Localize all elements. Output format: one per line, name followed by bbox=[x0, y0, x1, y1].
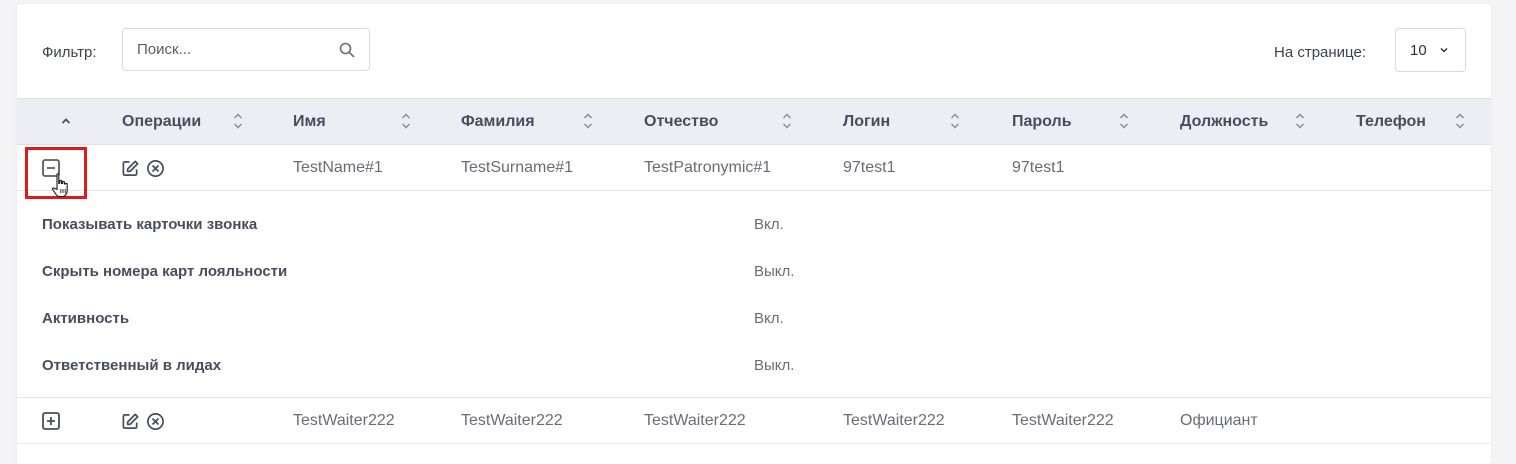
detail-label: Скрыть номера карт лояльности bbox=[42, 263, 288, 280]
column-header-patronymic[interactable]: Отчество bbox=[644, 113, 718, 131]
column-header-password[interactable]: Пароль bbox=[1012, 113, 1072, 131]
search-field[interactable] bbox=[122, 28, 370, 71]
column-header-surname[interactable]: Фамилия bbox=[461, 113, 535, 131]
column-header-operations[interactable]: Операции bbox=[122, 113, 201, 131]
hand-pointer-icon bbox=[52, 173, 68, 198]
sort-icon[interactable] bbox=[1294, 111, 1306, 131]
sort-icon[interactable] bbox=[1454, 111, 1466, 131]
detail-label: Показывать карточки звонка bbox=[42, 216, 258, 233]
table-toolbar: Фильтр: На странице: 10 bbox=[17, 4, 1491, 98]
per-page-value: 10 bbox=[1410, 42, 1427, 59]
search-input[interactable] bbox=[137, 29, 337, 70]
edit-icon[interactable] bbox=[121, 412, 140, 431]
plus-square-icon[interactable] bbox=[42, 412, 60, 430]
cell-password: TestWaiter222 bbox=[1012, 412, 1114, 429]
row-details-panel: Показывать карточки звонка Вкл. Скрыть н… bbox=[17, 191, 1491, 398]
sort-icon[interactable] bbox=[400, 111, 412, 131]
cell-patronymic: TestPatronymic#1 bbox=[644, 159, 772, 176]
filter-label: Фильтр: bbox=[42, 44, 97, 61]
edit-icon[interactable] bbox=[121, 159, 140, 178]
cell-surname: TestSurname#1 bbox=[461, 159, 574, 176]
table-header: Операции Имя Фамилия Отчество Логин Паро… bbox=[17, 98, 1491, 145]
cell-surname: TestWaiter222 bbox=[461, 412, 563, 429]
delete-icon[interactable] bbox=[146, 412, 165, 431]
cell-name: TestWaiter222 bbox=[293, 412, 395, 429]
detail-value: Вкл. bbox=[754, 310, 784, 327]
column-header-phone[interactable]: Телефон bbox=[1356, 113, 1426, 131]
delete-icon[interactable] bbox=[146, 159, 165, 178]
chevron-down-icon bbox=[1440, 47, 1448, 53]
sort-icon[interactable] bbox=[232, 111, 244, 131]
sort-icon[interactable] bbox=[781, 111, 793, 131]
column-header-position[interactable]: Должность bbox=[1180, 113, 1268, 131]
column-header-login[interactable]: Логин bbox=[843, 113, 890, 131]
detail-label: Ответственный в лидах bbox=[42, 357, 222, 374]
cell-password: 97test1 bbox=[1012, 159, 1065, 176]
search-icon[interactable] bbox=[339, 42, 355, 58]
cell-position: Официант bbox=[1180, 412, 1258, 429]
cell-login: TestWaiter222 bbox=[843, 412, 945, 429]
sort-icon[interactable] bbox=[949, 111, 961, 131]
detail-value: Вкл. bbox=[754, 216, 784, 233]
detail-value: Выкл. bbox=[754, 357, 795, 374]
detail-value: Выкл. bbox=[754, 263, 795, 280]
detail-label: Активность bbox=[42, 310, 130, 327]
cell-name: TestName#1 bbox=[293, 159, 383, 176]
collapse-all-chevron-up-icon[interactable] bbox=[59, 114, 73, 128]
users-table-card: Фильтр: На странице: 10 Операции Имя Фам… bbox=[17, 4, 1491, 464]
sort-icon[interactable] bbox=[1118, 111, 1130, 131]
per-page-label: На странице: bbox=[1274, 44, 1366, 61]
table-row: TestWaiter222 TestWaiter222 TestWaiter22… bbox=[17, 398, 1491, 444]
cell-patronymic: TestWaiter222 bbox=[644, 412, 746, 429]
per-page-select[interactable]: 10 bbox=[1395, 28, 1466, 72]
sort-icon[interactable] bbox=[582, 111, 594, 131]
table-row: TestName#1 TestSurname#1 TestPatronymic#… bbox=[17, 145, 1491, 191]
cell-login: 97test1 bbox=[843, 159, 896, 176]
column-header-name[interactable]: Имя bbox=[293, 113, 326, 131]
